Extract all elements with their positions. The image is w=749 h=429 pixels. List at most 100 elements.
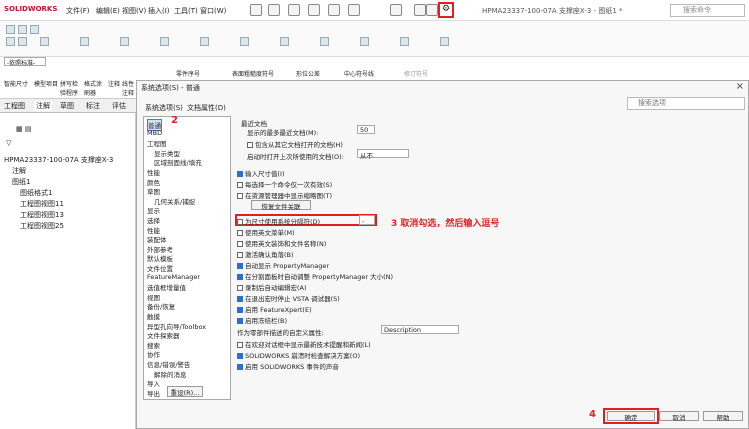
nav-item[interactable]: 显示类型 [154,148,180,158]
tab-drawing[interactable]: 工程图 [4,101,25,111]
tree-item-annotations[interactable]: 注解 [12,166,26,176]
nav-item[interactable]: 导入 [147,378,160,388]
save-icon[interactable] [308,4,320,16]
ok-button[interactable]: 确定 [607,411,655,422]
recent-max-field[interactable]: 50 [357,125,375,134]
tab-annotation[interactable]: 注解 [34,101,52,111]
toolbar-icon[interactable] [360,37,369,46]
center-mark-button[interactable]: 中心符号线 [344,69,374,78]
toolbar-icon[interactable] [80,37,89,46]
model-items-button[interactable]: 模型项目 [34,79,58,88]
toolbar-icon[interactable] [120,37,129,46]
nav-item[interactable]: 视图 [147,292,160,302]
nav-item[interactable]: 导出 [147,388,160,398]
tab-system-options[interactable]: 系统选项(S) [145,103,183,113]
format-painter-button[interactable]: 格式涂刷器 [84,79,106,97]
auto-show-pm-checkbox[interactable]: 自动显示 PropertyManager [237,260,329,270]
toolbar-icon[interactable] [160,37,169,46]
close-icon[interactable]: × [736,81,744,92]
menu-window[interactable]: 窗口(W) [200,6,226,16]
restore-assoc-button[interactable]: 恢复文件关联 [251,200,311,211]
nav-item[interactable]: 选值框增量值 [147,282,186,292]
nav-item[interactable]: 异型孔向导/Toolbox [147,321,206,331]
new-icon[interactable] [268,4,280,16]
help-button[interactable]: 帮助 [703,411,743,422]
standard-select[interactable]: -依照标准- [4,57,46,67]
reset-button[interactable]: 重设(R)... [167,386,203,397]
toolbar-icon[interactable] [18,25,27,34]
tree-item-sheet1[interactable]: 图纸1 [12,177,30,187]
english-feature-checkbox[interactable]: 使用英文装饰和文件名称(N) [237,238,326,248]
gear-icon[interactable]: ⚙ [442,4,450,14]
nav-item[interactable]: 显示 [147,205,160,215]
tab-document-properties[interactable]: 文档属性(D) [187,103,226,113]
note-button[interactable]: 注释 [108,79,120,88]
nav-item[interactable]: FeatureManager [147,273,200,281]
nav-item[interactable]: 工程图 [147,138,167,148]
nav-item[interactable]: 性能 [147,225,160,235]
confirm-corner-checkbox[interactable]: 激活确认角落(B) [237,249,294,259]
split-resize-checkbox[interactable]: 在分割面板时自动调整 PropertyManager 大小(N) [237,271,393,281]
nav-item[interactable]: 草图 [147,186,160,196]
tree-root[interactable]: HPMA23337-100-07A 支撑座X-3 [4,155,113,165]
vsta-stop-checkbox[interactable]: 在退出宏时停止 VSTA 调试器(S) [237,293,340,303]
macro-edit-checkbox[interactable]: 录制后自动编辑宏(A) [237,282,307,292]
tab-evaluate[interactable]: 评估 [112,101,126,111]
toolbar-icon[interactable] [30,25,39,34]
nav-item[interactable]: 备份/恢复 [147,301,175,311]
event-sounds-checkbox[interactable]: 启用 SOLIDWORKS 事件的声音 [237,361,339,371]
nav-item[interactable]: 搜索 [147,340,160,350]
file-props-icon[interactable] [426,4,438,16]
toolbar-icon[interactable] [40,37,49,46]
menu-insert[interactable]: 插入(I) [148,6,170,16]
toolbar-icon[interactable] [440,37,449,46]
check-solutions-checkbox[interactable]: SOLIDWORKS 崩溃时检查解决方案(O) [237,350,360,360]
nav-item[interactable]: 颜色 [147,177,160,187]
toolbar-icon[interactable] [240,37,249,46]
menu-view[interactable]: 视图(V) [122,6,146,16]
toolbar-icon[interactable] [18,37,27,46]
nav-item[interactable]: 解除的消息 [154,369,187,379]
nav-item[interactable]: MBD [147,129,162,137]
balloon-button[interactable]: 零件序号 [176,69,200,78]
rebuild-icon[interactable] [414,4,426,16]
nav-item[interactable]: 文件探索器 [147,330,180,340]
nav-item[interactable]: 文件位置 [147,263,173,273]
tree-item-view25[interactable]: 工程图视图25 [20,221,64,231]
toolbar-icon[interactable] [320,37,329,46]
nav-item[interactable]: 性能 [147,167,160,177]
open-last-select[interactable]: 从不 [357,149,409,160]
home-icon[interactable] [250,4,262,16]
featurexpert-checkbox[interactable]: 启用 FeatureXpert(E) [237,304,312,314]
filter-icon[interactable]: ▽ [6,139,11,147]
nav-item[interactable]: 选择 [147,215,160,225]
geometric-tolerance-button[interactable]: 形位公差 [296,69,320,78]
options-search-input[interactable]: 搜索选项 [627,97,745,110]
tree-tab-icon[interactable]: ▦ ▤ [16,125,31,133]
description-select[interactable]: Description [381,325,459,334]
separator-field[interactable]: , [359,215,375,225]
search-commands-input[interactable]: 搜索命令 [670,4,745,17]
revision-symbol-button[interactable]: 修订符号 [404,69,428,78]
tab-markup[interactable]: 标注 [86,101,100,111]
nav-item[interactable]: 几何关系/捕捉 [154,196,195,206]
single-command-checkbox[interactable]: 每选择一个命令仅一次有效(S) [237,179,332,189]
toolbar-icon[interactable] [6,37,15,46]
system-separator-checkbox[interactable]: 为尺寸使用系统分隔符(D) [237,216,320,226]
toolbar-icon[interactable] [400,37,409,46]
toolbar-icon[interactable] [200,37,209,46]
cancel-button[interactable]: 取消 [659,411,699,422]
include-folder-checkbox[interactable]: 包含从其它文档打开的文档(H) [247,139,343,149]
welcome-news-checkbox[interactable]: 在欢迎对话框中显示最新技术提醒和新闻(L) [237,339,371,349]
spell-check-button[interactable]: 拼写检验程序 [60,79,82,97]
nav-item[interactable]: 信息/错误/警告 [147,359,190,369]
undo-icon[interactable] [348,4,360,16]
input-dim-checkbox[interactable]: 输入尺寸值(I) [237,168,285,178]
menu-tools[interactable]: 工具(T) [174,6,198,16]
menu-edit[interactable]: 编辑(E) [96,6,120,16]
select-icon[interactable] [390,4,402,16]
surface-finish-button[interactable]: 表面粗糙度符号 [232,69,274,78]
show-thumbnail-checkbox[interactable]: 在资源管理器中显示缩略图(T) [237,190,332,200]
nav-item[interactable]: 装配体 [147,234,167,244]
tree-item-view13[interactable]: 工程图视图13 [20,210,64,220]
